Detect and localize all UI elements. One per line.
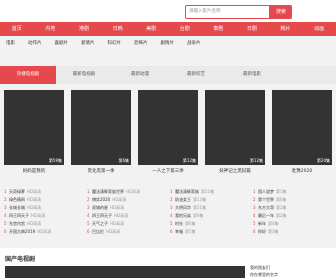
category-4[interactable]: 爱情片 bbox=[81, 39, 95, 49]
poster-image: 第6集 bbox=[71, 90, 131, 165]
card-title[interactable]: 黑化黑第一季 bbox=[71, 168, 131, 174]
nav-item-5[interactable]: 美剧 bbox=[134, 22, 168, 36]
list-item[interactable]: 1 国人说梦 第1集 bbox=[253, 188, 331, 196]
category-2[interactable]: 动作片 bbox=[28, 39, 42, 49]
nav-item-4[interactable]: 日韩 bbox=[101, 22, 135, 36]
category-1[interactable]: 电影 bbox=[6, 39, 15, 49]
section-item[interactable]: 你在哪里的名字 bbox=[250, 271, 336, 278]
list-column: 1 魔法清辉家族 第12集 2 奶油女王 第13集 3 大明风华 第21集 4 我的兄弟 第9集… bbox=[170, 188, 248, 236]
episode-badge: 第6集 bbox=[118, 158, 129, 163]
category-8[interactable]: 战争片 bbox=[187, 39, 201, 49]
list-item[interactable]: 5 新年 第4集 bbox=[253, 220, 331, 228]
tv-section: 国产电视剧 我的朋友们 你在哪里的名字 bbox=[0, 248, 336, 280]
list-item[interactable]: 5 东宫内宫 HD高清 bbox=[4, 220, 82, 228]
card-title[interactable]: 赴豫2020 bbox=[272, 168, 332, 174]
episode-badge: 第20集 bbox=[316, 158, 330, 163]
list-item[interactable]: 6 你好 第3集 bbox=[253, 228, 331, 236]
tab-new-tv[interactable]: 最新电视剧 bbox=[56, 66, 112, 84]
nav-item-3[interactable]: 港剧 bbox=[67, 22, 101, 36]
list-item[interactable]: 4 我的兄弟 第9集 bbox=[170, 212, 248, 220]
list-item[interactable]: 1 魔法清辉家族 第12集 bbox=[170, 188, 248, 196]
episode-badge: 第12集 bbox=[182, 158, 196, 163]
section-banner[interactable] bbox=[5, 266, 245, 278]
video-card[interactable]: 第6集 黑化黑第一季 bbox=[71, 90, 131, 174]
list-item[interactable]: 4 四王四天子 HD高清 bbox=[87, 212, 165, 220]
category-3[interactable]: 喜剧片 bbox=[55, 39, 69, 49]
list-item[interactable]: 6 开国大典2019 HD高清 bbox=[4, 228, 82, 236]
list-column: 1 魔法清辉家族世界 HD高清 2 博弈2020 HD高清 3 双城的星 HD高清 4 四王四… bbox=[87, 188, 165, 236]
poster-image: 第12集 bbox=[205, 90, 265, 165]
video-card[interactable]: 第12集 一人之下第三季 bbox=[138, 90, 198, 174]
category-5[interactable]: 科幻片 bbox=[108, 39, 122, 49]
list-column: 1 天奇绿萝 HD高清 2 绿色情网 HD高清 3 长城长城 HD高清 4 四王四天子 HD高清… bbox=[4, 188, 82, 236]
tab-new-anime[interactable]: 最新动漫 bbox=[112, 66, 168, 84]
episode-badge: 第12集 bbox=[249, 158, 263, 163]
tab-new-variety[interactable]: 最新综艺 bbox=[168, 66, 224, 84]
category-row: 电影 动作片 喜剧片 爱情片 科幻片 恐怖片 剧情片 战争片 bbox=[0, 39, 336, 49]
nav-item-7[interactable]: 泰剧 bbox=[202, 22, 236, 36]
nav-item-9[interactable]: 韩片 bbox=[269, 22, 303, 36]
tab-bar: 热播电视剧 最新电视剧 最新动漫 最新综艺 最新电影 bbox=[0, 66, 336, 84]
tab-hot-tv[interactable]: 热播电视剧 bbox=[0, 66, 56, 84]
poster-image: 第59集 bbox=[4, 90, 64, 165]
list-item[interactable]: 1 魔法清辉家族世界 HD高清 bbox=[87, 188, 165, 196]
list-item[interactable]: 3 长城长城 HD高清 bbox=[4, 204, 82, 212]
nav-item-10[interactable]: 动画 bbox=[302, 22, 336, 36]
list-item[interactable]: 4 四王四天子 HD高清 bbox=[4, 212, 82, 220]
nav-item-1[interactable]: 首页 bbox=[0, 22, 34, 36]
list-item[interactable]: 2 第个世界 第6集 bbox=[253, 196, 331, 204]
category-6[interactable]: 恐怖片 bbox=[134, 39, 148, 49]
section-list: 我的朋友们 你在哪里的名字 bbox=[250, 264, 336, 278]
list-item[interactable]: 1 天奇绿萝 HD高清 bbox=[4, 188, 82, 196]
nav-item-2[interactable]: 内地 bbox=[34, 22, 68, 36]
list-item[interactable]: 2 绿色情网 HD高清 bbox=[4, 196, 82, 204]
list-item[interactable]: 4 最后一年 第2集 bbox=[253, 212, 331, 220]
card-title[interactable]: 妈妈是我的 bbox=[4, 168, 64, 174]
search-input[interactable]: 请输入影片名称 bbox=[185, 5, 270, 19]
list-item[interactable]: 3 双城的星 HD高清 bbox=[87, 204, 165, 212]
list-item[interactable]: 6 幸福 第5集 bbox=[170, 228, 248, 236]
list-item[interactable]: 5 天气之子 HD高清 bbox=[87, 220, 165, 228]
list-item[interactable]: 5 时光 第6集 bbox=[170, 220, 248, 228]
ranking-list: 1 天奇绿萝 HD高清 2 绿色情网 HD高清 3 长城长城 HD高清 4 四王四天子 HD高清… bbox=[4, 188, 332, 243]
search-button[interactable]: 搜索 bbox=[270, 5, 292, 19]
video-card[interactable]: 第20集 赴豫2020 bbox=[272, 90, 332, 174]
video-card[interactable]: 第12集 妖神记之黑狱篇 bbox=[205, 90, 265, 174]
poster-image: 第12集 bbox=[138, 90, 198, 165]
list-item[interactable]: 3 东方大哥 第2集 bbox=[253, 204, 331, 212]
list-item[interactable]: 3 大明风华 第21集 bbox=[170, 204, 248, 212]
poster-image: 第20集 bbox=[272, 90, 332, 165]
list-item[interactable]: 2 奶油女王 第13集 bbox=[170, 196, 248, 204]
list-item[interactable]: 6 巴比伦 HD高清 bbox=[87, 228, 165, 236]
nav-item-8[interactable]: 日剧 bbox=[235, 22, 269, 36]
episode-badge: 第59集 bbox=[48, 158, 62, 163]
list-column: 1 国人说梦 第1集 2 第个世界 第6集 3 东方大哥 第2集 4 最后一年 第2集 5 新年第… bbox=[253, 188, 331, 236]
top-bar: 请输入影片名称 搜索 bbox=[0, 0, 336, 22]
nav-item-6[interactable]: 台剧 bbox=[168, 22, 202, 36]
list-item[interactable]: 2 博弈2020 HD高清 bbox=[87, 196, 165, 204]
section-item[interactable]: 我的朋友们 bbox=[250, 264, 336, 271]
video-card[interactable]: 第59集 妈妈是我的 bbox=[4, 90, 64, 174]
tab-new-movie[interactable]: 最新电影 bbox=[224, 66, 280, 84]
category-7[interactable]: 剧情片 bbox=[161, 39, 175, 49]
section-title: 国产电视剧 bbox=[5, 256, 36, 263]
card-title[interactable]: 妖神记之黑狱篇 bbox=[205, 168, 265, 174]
main-nav: 首页 内地 港剧 日韩 美剧 台剧 泰剧 日剧 韩片 动画 bbox=[0, 22, 336, 36]
card-title[interactable]: 一人之下第三季 bbox=[138, 168, 198, 174]
